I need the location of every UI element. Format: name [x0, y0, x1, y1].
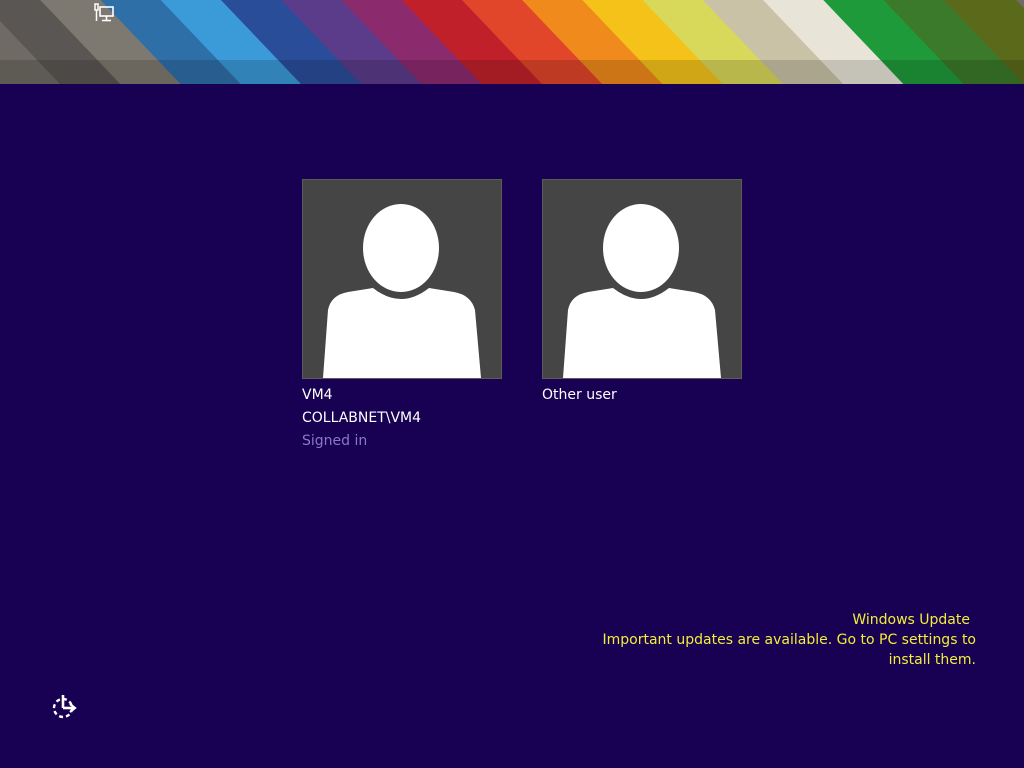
ease-of-access-icon[interactable] — [50, 693, 78, 721]
user-avatar-icon — [302, 179, 502, 379]
user-name: Other user — [542, 387, 617, 403]
color-stripes — [0, 0, 1024, 84]
update-message-line1: Important updates are available. Go to P… — [602, 632, 976, 648]
user-tile-vm4[interactable]: VM4 COLLABNET\VM4 Signed in — [302, 179, 502, 453]
lock-screen: VM4 COLLABNET\VM4 Signed in Other user W… — [0, 0, 1024, 768]
banner-shade — [0, 60, 1024, 84]
network-monitor-icon[interactable] — [93, 2, 115, 24]
user-status: Signed in — [302, 433, 368, 449]
user-avatar-icon — [542, 179, 742, 379]
user-account: COLLABNET\VM4 — [302, 410, 422, 426]
user-tile-other[interactable]: Other user — [542, 179, 742, 407]
update-message-line2: install them. — [888, 652, 976, 668]
update-title: Windows Update — [852, 612, 970, 628]
user-name: VM4 — [302, 387, 333, 403]
wallpaper-banner — [0, 0, 1024, 84]
windows-update-notice[interactable]: Windows Update Important updates are ava… — [556, 610, 976, 670]
